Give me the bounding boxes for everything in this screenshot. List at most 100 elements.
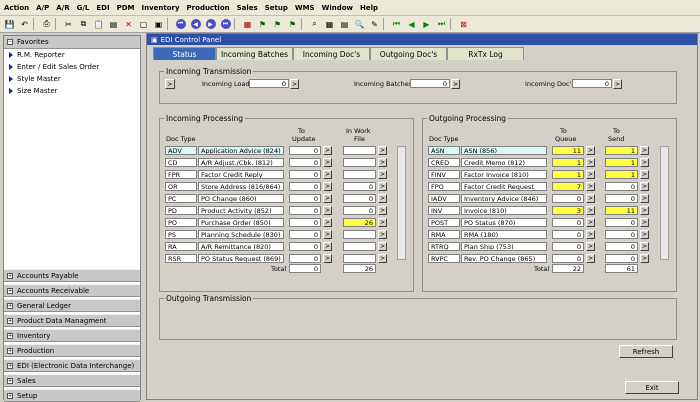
doc-name-field[interactable]: Inventory Advice (846) xyxy=(461,194,547,203)
doc-name-field[interactable]: Invoice (810) xyxy=(461,206,547,215)
to-send-field[interactable]: 0 xyxy=(605,182,638,191)
flag-next-icon[interactable]: ⚑ xyxy=(271,18,284,30)
update-button[interactable]: > xyxy=(323,194,332,203)
to-update-field[interactable]: 0 xyxy=(289,242,321,251)
favorite-item[interactable]: Enter / Edit Sales Order xyxy=(4,61,140,73)
menu-wms[interactable]: WMS xyxy=(295,4,315,12)
favorite-item[interactable]: R.M. Reporter xyxy=(4,49,140,61)
doc-code-field[interactable]: PC xyxy=(165,194,197,203)
doc-code-field[interactable]: PS xyxy=(165,230,197,239)
section-production[interactable]: + Production xyxy=(4,344,140,357)
grid-icon[interactable]: ▦ xyxy=(323,18,336,30)
update-button[interactable]: > xyxy=(323,254,332,263)
last-record-icon[interactable]: ⏭ xyxy=(219,18,232,30)
section-setup[interactable]: + Setup xyxy=(4,389,140,402)
zoom-icon[interactable]: 🔍 xyxy=(353,18,366,30)
send-button[interactable]: > xyxy=(640,158,649,167)
to-send-field[interactable]: 0 xyxy=(605,242,638,251)
update-button[interactable]: > xyxy=(323,182,332,191)
in-work-field[interactable]: 0 xyxy=(343,182,376,191)
to-update-field[interactable]: 0 xyxy=(289,230,321,239)
to-send-field[interactable]: 0 xyxy=(605,254,638,263)
send-button[interactable]: > xyxy=(640,230,649,239)
doc-code-field[interactable]: INV xyxy=(428,206,460,215)
doc-code-field[interactable]: CD xyxy=(165,158,197,167)
queue-button[interactable]: > xyxy=(586,218,595,227)
doc-name-field[interactable]: Factor Credit Reply xyxy=(198,170,284,179)
work-button[interactable]: > xyxy=(378,194,387,203)
section-inventory[interactable]: + Inventory xyxy=(4,329,140,342)
in-work-field[interactable] xyxy=(343,146,376,155)
to-send-field[interactable]: 0 xyxy=(605,218,638,227)
doc-code-field[interactable]: FINV xyxy=(428,170,460,179)
doc-code-field[interactable]: PD xyxy=(165,206,197,215)
outgoing-scrollbar[interactable] xyxy=(660,146,669,260)
tab-rxtx-log[interactable]: RxTx Log xyxy=(447,47,524,60)
undo-icon[interactable]: ↶ xyxy=(18,18,31,30)
pencil-icon[interactable]: ✎ xyxy=(368,18,381,30)
doc-name-field[interactable]: Credit Memo (812) xyxy=(461,158,547,167)
in-work-field[interactable]: 26 xyxy=(343,218,376,227)
doc-code-field[interactable]: RTRQ xyxy=(428,242,460,251)
send-button[interactable]: > xyxy=(640,146,649,155)
doc-name-field[interactable]: A/R Remittance (820) xyxy=(198,242,284,251)
update-button[interactable]: > xyxy=(323,146,332,155)
doc-code-field[interactable]: ASN xyxy=(428,146,460,155)
incoming-scrollbar[interactable] xyxy=(397,146,406,260)
menu-edi[interactable]: EDI xyxy=(96,4,109,12)
doc-name-field[interactable]: Plan Ship (753) xyxy=(461,242,547,251)
queue-button[interactable]: > xyxy=(586,182,595,191)
to-queue-field[interactable]: 0 xyxy=(552,194,584,203)
doc-code-field[interactable]: RSR xyxy=(165,254,197,263)
doc-code-field[interactable]: RVPC xyxy=(428,254,460,263)
incoming-docs-button[interactable]: > xyxy=(613,79,622,89)
queue-button[interactable]: > xyxy=(586,230,595,239)
exit-button[interactable]: Exit xyxy=(625,381,679,394)
in-work-field[interactable] xyxy=(343,230,376,239)
to-update-field[interactable]: 0 xyxy=(289,218,321,227)
edit-record-icon[interactable]: ▣ xyxy=(152,18,165,30)
tab-incoming-batches[interactable]: Incoming Batches xyxy=(216,47,293,60)
send-button[interactable]: > xyxy=(640,218,649,227)
doc-code-field[interactable]: FPO xyxy=(428,182,460,191)
to-send-field[interactable]: 0 xyxy=(605,230,638,239)
doc-name-field[interactable]: PO Status (870) xyxy=(461,218,547,227)
tab-outgoing-docs[interactable]: Outgoing Doc's xyxy=(370,47,447,60)
menu-window[interactable]: Window xyxy=(322,4,353,12)
to-send-field[interactable]: 11 xyxy=(605,206,638,215)
insert-row-icon[interactable]: ▦ xyxy=(241,18,254,30)
work-button[interactable]: > xyxy=(378,218,387,227)
queue-button[interactable]: > xyxy=(586,158,595,167)
work-button[interactable]: > xyxy=(378,170,387,179)
to-queue-field[interactable]: 1 xyxy=(552,158,584,167)
flag-prev-icon[interactable]: ⚑ xyxy=(286,18,299,30)
menu-help[interactable]: Help xyxy=(360,4,378,12)
work-button[interactable]: > xyxy=(378,206,387,215)
incoming-docs-field[interactable]: 0 xyxy=(572,79,612,88)
to-send-field[interactable]: 0 xyxy=(605,194,638,203)
menu-sales[interactable]: Sales xyxy=(237,4,258,12)
last-icon[interactable]: ⏭ xyxy=(435,18,448,30)
incoming-batches-button[interactable]: > xyxy=(451,79,460,89)
to-send-field[interactable]: 1 xyxy=(605,158,638,167)
section-edi[interactable]: + EDI (Electronic Data Interchange) xyxy=(4,359,140,372)
doc-code-field[interactable]: RMA xyxy=(428,230,460,239)
send-button[interactable]: > xyxy=(640,254,649,263)
menu-ar[interactable]: A/R xyxy=(56,4,69,12)
queue-button[interactable]: > xyxy=(586,242,595,251)
incoming-transmission-button[interactable]: > xyxy=(165,79,175,89)
doc-name-field[interactable]: Application Advice (824) xyxy=(198,146,284,155)
in-work-field[interactable] xyxy=(343,158,376,167)
update-button[interactable]: > xyxy=(323,158,332,167)
copy-icon[interactable]: ⧉ xyxy=(77,18,90,30)
doc-name-field[interactable]: Factor Invoice (810) xyxy=(461,170,547,179)
collapse-icon[interactable]: − xyxy=(7,39,13,45)
doc-code-field[interactable]: RA xyxy=(165,242,197,251)
menu-gl[interactable]: G/L xyxy=(77,4,90,12)
first-record-icon[interactable]: ⏮ xyxy=(174,18,187,30)
section-accounts-receivable[interactable]: + Accounts Receivable xyxy=(4,284,140,297)
in-work-field[interactable] xyxy=(343,254,376,263)
update-button[interactable]: > xyxy=(323,230,332,239)
to-queue-field[interactable]: 0 xyxy=(552,218,584,227)
flag-icon[interactable]: ⚑ xyxy=(256,18,269,30)
